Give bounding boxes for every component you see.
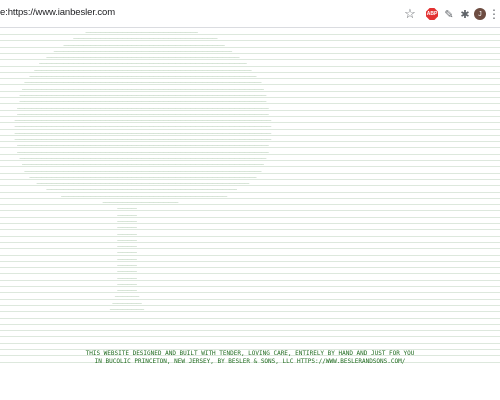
browser-toolbar: e:https://www.ianbesler.com ☆ ABP ✎ ✱ J … bbox=[0, 0, 500, 28]
avatar-letter: J bbox=[474, 8, 486, 20]
guide-line bbox=[0, 342, 500, 344]
bookmark-star-icon[interactable]: ☆ bbox=[402, 6, 418, 22]
adblock-extension-icon[interactable]: ABP bbox=[424, 6, 440, 22]
ascii-art-text: ________________________________________… bbox=[14, 28, 272, 311]
extension-icon[interactable]: ✎ bbox=[441, 6, 457, 22]
kebab-menu-icon[interactable]: ⋮ bbox=[486, 6, 500, 22]
guide-line bbox=[0, 317, 500, 319]
ascii-tree-art: ________________________________________… bbox=[0, 28, 500, 368]
site-footer: THIS WEBSITE DESIGNED AND BUILT WITH TEN… bbox=[0, 350, 500, 366]
guide-line bbox=[0, 323, 500, 325]
adblock-label: ABP bbox=[426, 8, 438, 20]
footer-line-2: IN BUCOLIC PRINCETON, NEW JERSEY, BY BES… bbox=[94, 358, 406, 365]
footer-line-1: THIS WEBSITE DESIGNED AND BUILT WITH TEN… bbox=[85, 350, 415, 357]
extensions-puzzle-icon[interactable]: ✱ bbox=[457, 6, 473, 22]
guide-line bbox=[0, 330, 500, 332]
guide-line bbox=[0, 336, 500, 338]
address-bar[interactable]: e:https://www.ianbesler.com bbox=[0, 7, 115, 18]
